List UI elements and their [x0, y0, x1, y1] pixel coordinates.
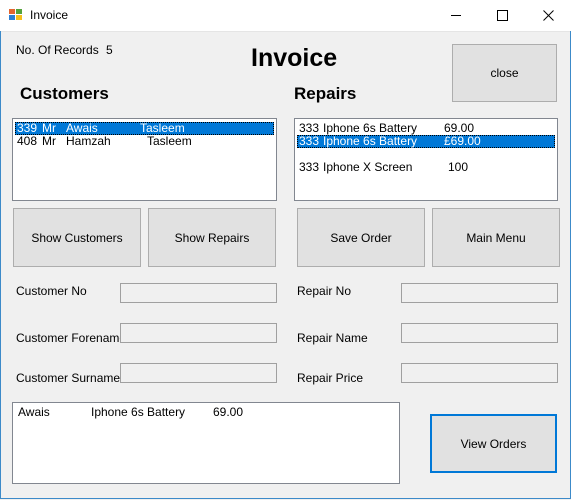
minimize-icon [450, 15, 461, 16]
repair-no-label: Repair No [297, 284, 352, 298]
show-customers-button[interactable]: Show Customers [13, 208, 141, 267]
repair-row[interactable]: 333 Iphone X Screen 100 [297, 161, 555, 174]
customer-no-label: Customer No [16, 284, 87, 298]
customers-listbox[interactable]: 339 Mr Awais Tasleem 408 Mr Hamzah Tasle… [12, 118, 277, 201]
window-title: Invoice [30, 8, 69, 22]
customers-heading: Customers [20, 84, 109, 103]
repair-name-field[interactable] [401, 323, 558, 343]
maximize-icon [496, 10, 508, 21]
repair-price-label: Repair Price [297, 371, 364, 385]
customer-no-field[interactable] [120, 283, 277, 303]
orders-listbox[interactable]: Awais Iphone 6s Battery 69.00 [12, 402, 400, 484]
close-button[interactable]: close [452, 44, 557, 102]
repair-price-field[interactable] [401, 363, 558, 383]
maximize-button[interactable] [479, 0, 525, 31]
main-menu-button[interactable]: Main Menu [432, 208, 560, 267]
app-window-icon [9, 9, 22, 20]
customer-surname-label: Customer Surname [16, 371, 121, 385]
customer-forename-label: Customer Forename [16, 331, 127, 345]
repairs-listbox[interactable]: 333 Iphone 6s Battery 69.00 333 Iphone 6… [294, 118, 558, 201]
repairs-heading: Repairs [294, 84, 357, 103]
repair-name-label: Repair Name [297, 331, 368, 345]
records-count: 5 [106, 43, 113, 57]
view-orders-button[interactable]: View Orders [430, 414, 557, 473]
repair-no-field[interactable] [401, 283, 558, 303]
repair-row[interactable]: 333 Iphone 6s Battery £69.00 [297, 135, 555, 148]
page-title: Invoice [251, 44, 338, 72]
customer-row[interactable]: 408 Mr Hamzah Tasleem [15, 135, 274, 148]
close-icon [542, 10, 554, 21]
order-row[interactable]: Awais Iphone 6s Battery 69.00 [15, 406, 397, 419]
save-order-button[interactable]: Save Order [297, 208, 425, 267]
minimize-button[interactable] [433, 0, 479, 31]
records-label: No. Of Records [16, 43, 99, 57]
title-bar: Invoice [0, 0, 571, 32]
customer-surname-field[interactable] [120, 363, 277, 383]
window-close-button[interactable] [525, 0, 571, 31]
show-repairs-button[interactable]: Show Repairs [148, 208, 276, 267]
customer-forename-field[interactable] [120, 323, 277, 343]
